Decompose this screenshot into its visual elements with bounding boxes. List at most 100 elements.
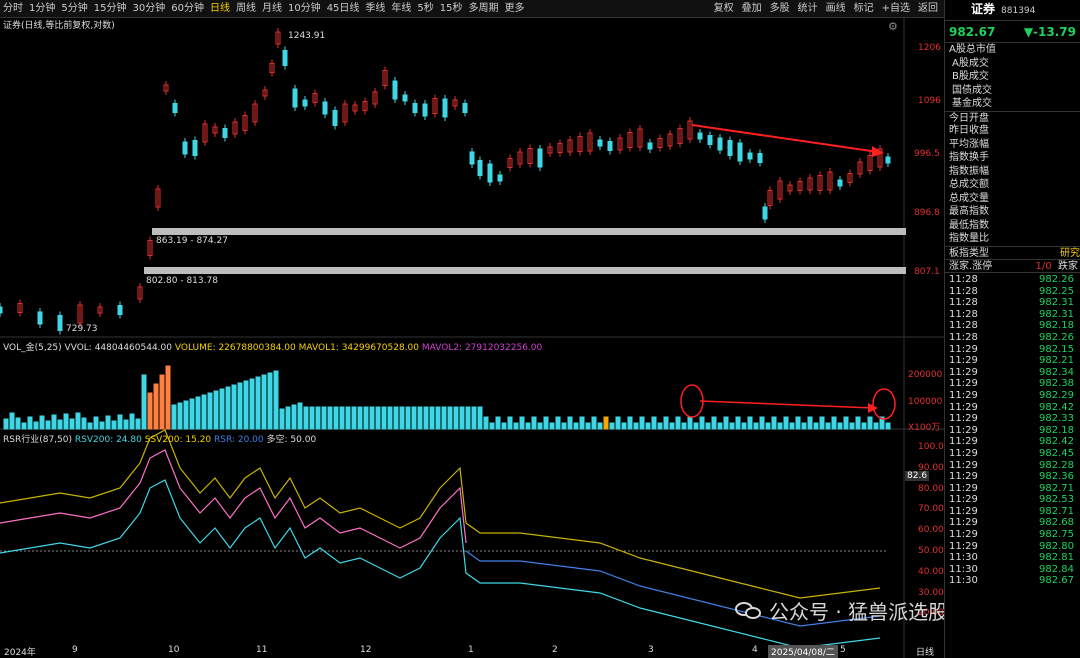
volume-bar [519,416,525,430]
timeframe-16[interactable]: 更多 [502,0,528,18]
volume-bar [837,422,843,430]
volume-bar [201,394,207,430]
volume-bar [309,406,315,430]
volume-bar [723,416,729,430]
volume-bar [783,416,789,430]
vol-y-label: X100万 [908,423,941,433]
timeframe-0[interactable]: 分时 [0,0,26,18]
tool-button-7[interactable]: 返回 [914,0,942,18]
volume-bar [327,406,333,430]
volume-bar [105,415,111,430]
volume-bar [867,416,873,430]
quote-sidebar: 证券 881394 982.67 ▼-13.79 A股总市值 A股成交 B股成交 国债… [944,0,1080,658]
timeframe-14[interactable]: 15秒 [437,0,466,18]
timeframe-8[interactable]: 月线 [259,0,285,18]
timeframe-1[interactable]: 1分钟 [26,0,58,18]
volume-bar [159,374,165,430]
quote-field: 总成交额 [949,179,989,190]
tick-list[interactable]: 11:28 982.26 11:28 982.25 11:28 982.31 11:28 98… [945,273,1080,587]
quote-field: 今日开盘 [945,110,1080,125]
volume-bar [165,365,171,430]
rsr-y-label: 80.00 [918,483,944,494]
mavol1-value: MAVOL1: 34299670528.00 [298,343,420,353]
volume-bar [39,415,45,430]
volume-bar [171,404,177,430]
volume-bar [435,406,441,430]
volume-bar [885,422,891,430]
timeframe-9[interactable]: 10分钟 [285,0,324,18]
tick-row: 11:28 982.31 [949,297,1074,309]
chart-area[interactable]: 证券(日线,等比前复权,对数) ⚙ 1243.91 729.73 863.19 … [0,18,944,658]
volume-bar [447,406,453,430]
volume-bar [735,416,741,430]
watermark: 公众号 · 猛兽派选股 [735,596,948,625]
tool-button-0[interactable]: 复权 [710,0,738,18]
limit-right: 跌家 [1058,261,1078,272]
tool-button-1[interactable]: 叠加 [738,0,766,18]
current-price: 982.67 [949,24,996,39]
tick-row: 11:29 982.18 [949,424,1074,436]
volume-bar [129,413,135,430]
volume-bar [603,416,609,430]
tick-row: 11:29 982.42 [949,436,1074,448]
volume-bar [213,390,219,430]
tool-button-5[interactable]: 标记 [850,0,878,18]
rsr-panel-header: RSR行业(87,50) RSV200: 24.80 SSV200: 15.20… [3,432,316,445]
volume-bar [33,421,39,430]
volume-bar [765,422,771,430]
timeframe-10[interactable]: 45日线 [324,0,363,18]
volume-bar [489,422,495,430]
volume-bar [459,406,465,430]
x-label: 11 [256,645,268,655]
timeframe-15[interactable]: 多周期 [466,0,502,18]
stock-chart-canvas[interactable] [0,18,944,658]
volume-bar [117,414,123,430]
timeframe-12[interactable]: 年线 [388,0,414,18]
volume-bar [717,422,723,430]
timeframe-2[interactable]: 5分钟 [58,0,90,18]
timeframe-11[interactable]: 季线 [362,0,388,18]
x-label: 2 [552,645,558,655]
timeframe-3[interactable]: 15分钟 [91,0,130,18]
volume-bar [639,416,645,430]
volume-bar [663,416,669,430]
volume-bar [135,418,141,430]
tick-row: 11:29 982.34 [949,366,1074,378]
limit-label: 涨家.涨停 [949,261,993,272]
rsr-y-label: 100.0 [918,442,944,452]
volume-bar [543,416,549,430]
volume-bar [423,406,429,430]
timeframe-4[interactable]: 30分钟 [129,0,168,18]
timeframe-13[interactable]: 5秒 [414,0,436,18]
timeframe-7[interactable]: 周线 [233,0,259,18]
volume-bar [405,406,411,430]
tool-button-6[interactable]: +自选 [878,0,914,18]
volume-bar [753,422,759,430]
tool-button-4[interactable]: 画线 [822,0,850,18]
timeframe-6[interactable]: 日线 [207,0,233,18]
volume-title: VOL_金(5,25) [3,343,62,353]
volume-bar [657,422,663,430]
x-label: 4 [752,645,758,655]
rsr-current-badge: 82.6 [905,471,930,481]
volume-bar [291,404,297,430]
volume-bar [615,416,621,430]
sidebar-header: 证券 881394 [945,0,1080,20]
timeframe-5[interactable]: 60分钟 [168,0,207,18]
settings-icon[interactable]: ⚙ [888,20,898,33]
tick-row: 11:30 982.67 [949,575,1074,587]
volume-bar [579,416,585,430]
volume-bar [153,383,159,430]
tool-button-3[interactable]: 统计 [794,0,822,18]
volume-bar [189,398,195,430]
volume-bar [645,422,651,430]
tick-row: 11:29 982.36 [949,471,1074,483]
volume-bar [693,422,699,430]
volume-bar [219,388,225,430]
volume-bar [297,402,303,430]
tool-button-2[interactable]: 多股 [766,0,794,18]
volume-bar [843,416,849,430]
watermark-text: 公众号 · 猛兽派选股 [769,600,949,624]
volume-bar [849,422,855,430]
index-name: 证券 [971,2,996,16]
